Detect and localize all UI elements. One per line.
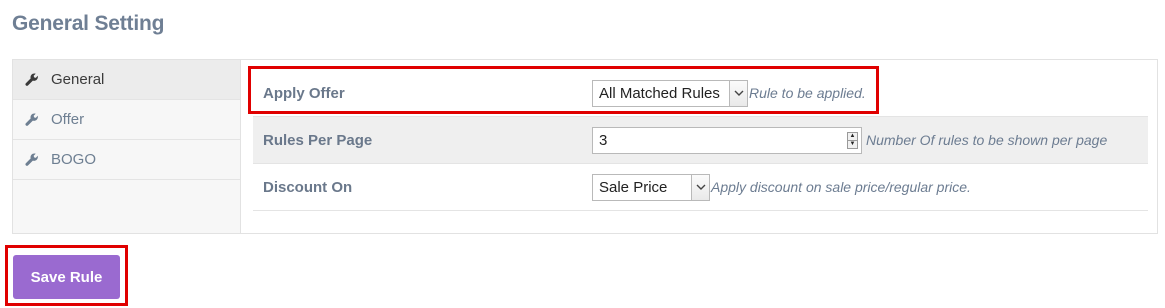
discount-on-value: Sale Price bbox=[599, 179, 668, 196]
sidebar-item-general[interactable]: General bbox=[13, 60, 240, 100]
apply-offer-value: All Matched Rules bbox=[599, 85, 720, 102]
rules-per-page-input[interactable]: 3 ▲ ▼ bbox=[592, 127, 862, 154]
apply-offer-select[interactable]: All Matched Rules bbox=[592, 80, 748, 107]
rules-per-page-row: Rules Per Page 3 ▲ ▼ Number Of rules to … bbox=[253, 117, 1148, 164]
rules-per-page-label: Rules Per Page bbox=[263, 132, 373, 149]
apply-offer-row: Apply Offer All Matched Rules Rule to be… bbox=[253, 70, 1148, 117]
wrench-icon bbox=[25, 112, 39, 127]
number-spinner[interactable]: ▲ ▼ bbox=[847, 132, 858, 149]
rules-per-page-hint: Number Of rules to be shown per page bbox=[866, 132, 1108, 148]
spinner-down-icon[interactable]: ▼ bbox=[848, 140, 857, 148]
sidebar-item-label: Offer bbox=[51, 111, 85, 128]
settings-content: Apply Offer All Matched Rules Rule to be… bbox=[253, 70, 1148, 211]
wrench-icon bbox=[25, 72, 39, 87]
chevron-down-icon[interactable] bbox=[729, 81, 747, 106]
settings-sidebar: General Offer BOGO bbox=[13, 60, 241, 233]
save-rule-button[interactable]: Save Rule bbox=[13, 255, 120, 299]
discount-on-row: Discount On Sale Price Apply discount on… bbox=[253, 164, 1148, 211]
sidebar-item-label: General bbox=[51, 71, 105, 88]
page-title: General Setting bbox=[12, 12, 165, 35]
apply-offer-hint: Rule to be applied. bbox=[749, 85, 866, 101]
rules-per-page-value: 3 bbox=[599, 132, 608, 149]
spinner-up-icon[interactable]: ▲ bbox=[848, 133, 857, 140]
discount-on-hint: Apply discount on sale price/regular pri… bbox=[711, 179, 971, 195]
wrench-icon bbox=[25, 152, 39, 167]
sidebar-item-offer[interactable]: Offer bbox=[13, 100, 240, 140]
sidebar-item-label: BOGO bbox=[51, 151, 97, 168]
discount-on-label: Discount On bbox=[263, 179, 353, 196]
chevron-down-icon[interactable] bbox=[691, 175, 709, 200]
apply-offer-label: Apply Offer bbox=[263, 85, 345, 102]
sidebar-item-bogo[interactable]: BOGO bbox=[13, 140, 240, 180]
discount-on-select[interactable]: Sale Price bbox=[592, 174, 710, 201]
settings-panel: General Offer BOGO Apply Offer All Match… bbox=[12, 59, 1158, 234]
